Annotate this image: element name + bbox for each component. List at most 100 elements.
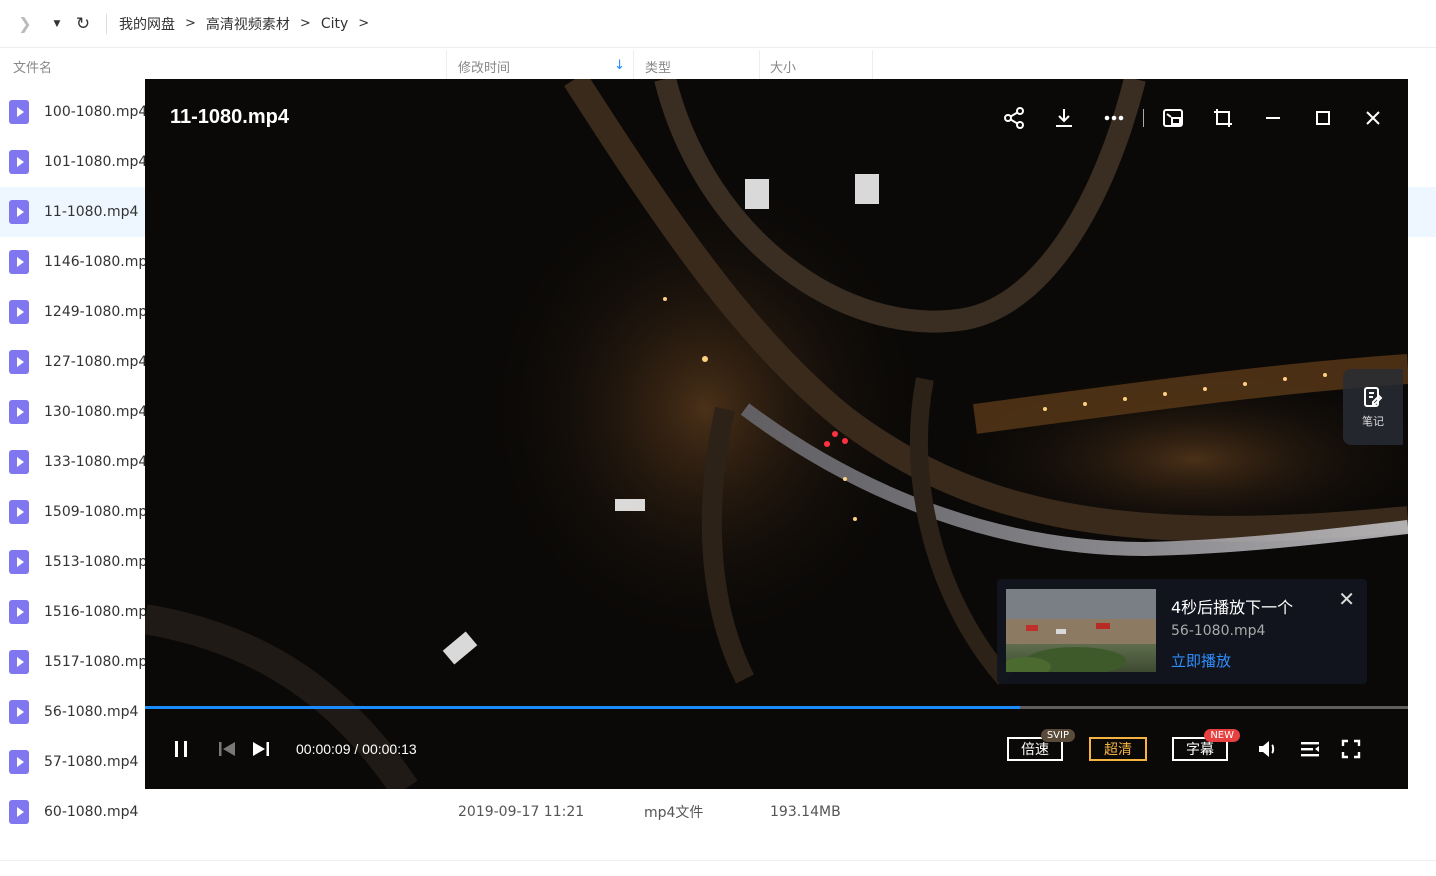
minimize-icon [1266, 117, 1280, 119]
time-display: 00:00:09 / 00:00:13 [296, 741, 417, 757]
breadcrumb-current[interactable]: City [321, 16, 348, 32]
video-file-icon [9, 100, 29, 124]
svip-badge: SVIP [1040, 729, 1075, 742]
fullscreen-button[interactable] [1339, 737, 1363, 765]
skip-previous-icon [219, 742, 235, 756]
video-file-icon [9, 150, 29, 174]
video-file-icon [9, 750, 29, 774]
column-type[interactable]: 类型 [634, 50, 760, 82]
refresh-icon: ↻ [75, 13, 91, 34]
video-file-icon [9, 350, 29, 374]
video-file-icon [9, 250, 29, 274]
video-player[interactable]: 11-1080.mp4 笔记 4秒后播放下一个 56-1080.mp4 立即播放… [145, 79, 1408, 789]
crop-icon [1214, 109, 1232, 127]
breadcrumb-separator[interactable]: > [358, 16, 369, 31]
list-bottom-edge [0, 860, 1436, 876]
playlist-icon [1301, 742, 1319, 757]
note-edit-icon [1364, 387, 1383, 407]
quality-label: 超清 [1104, 742, 1132, 758]
skip-next-icon [253, 742, 269, 756]
video-file-icon [9, 200, 29, 224]
divider [106, 13, 107, 34]
close-icon: ✕ [1338, 587, 1355, 611]
breadcrumb-root[interactable]: 我的网盘 [119, 14, 175, 34]
pause-icon [175, 741, 187, 757]
next-button[interactable] [249, 737, 273, 765]
more-button[interactable] [1099, 103, 1129, 133]
subtitle-button[interactable]: 字幕 NEW [1172, 729, 1240, 761]
minimize-button[interactable] [1258, 103, 1288, 133]
next-up-thumbnail[interactable] [1006, 589, 1156, 672]
volume-icon [1259, 741, 1275, 757]
playlist-button[interactable] [1298, 737, 1322, 765]
next-up-card: 4秒后播放下一个 56-1080.mp4 立即播放 ✕ [997, 579, 1367, 684]
video-file-icon [9, 400, 29, 424]
speed-label: 倍速 [1021, 742, 1049, 758]
new-badge: NEW [1204, 729, 1240, 742]
sort-down-icon: ↓ [614, 58, 625, 73]
file-name: 60-1080.mp4 [44, 804, 139, 820]
more-dots-icon [1104, 115, 1124, 121]
share-icon [1004, 107, 1024, 129]
breadcrumb-separator: > [299, 16, 311, 31]
time-current: 00:00:09 [296, 741, 351, 757]
picture-in-picture-button[interactable] [1158, 103, 1188, 133]
forward-button[interactable]: ❯ [14, 13, 36, 35]
caret-down-icon: ▼ [53, 18, 61, 29]
pip-icon [1163, 109, 1183, 127]
address-bar: ❯ ▼ ↻ 我的网盘 > 高清视频素材 > City > [0, 0, 1436, 48]
column-size[interactable]: 大小 [760, 50, 873, 82]
download-icon [1056, 109, 1072, 127]
next-up-close-button[interactable]: ✕ [1338, 587, 1355, 611]
video-file-icon [9, 300, 29, 324]
play-now-link[interactable]: 立即播放 [1171, 650, 1231, 671]
time-total: 00:00:13 [362, 741, 417, 757]
file-modified-time: 2019-09-17 11:21 [458, 804, 585, 820]
notes-button[interactable]: 笔记 [1343, 369, 1403, 445]
video-file-icon [9, 600, 29, 624]
file-type: mp4文件 [644, 805, 704, 821]
maximize-button[interactable] [1308, 103, 1338, 133]
history-dropdown-button[interactable]: ▼ [46, 13, 68, 35]
chevron-right-icon: ❯ [18, 14, 32, 33]
player-controls: 00:00:09 / 00:00:13 倍速 SVIP 超清 字幕 NEW [145, 719, 1408, 779]
next-up-countdown: 4秒后播放下一个 [1171, 598, 1294, 617]
progress-fill [145, 706, 1021, 709]
fullscreen-icon [1341, 739, 1361, 759]
thumbnail-scene [1006, 589, 1156, 672]
pause-button[interactable] [170, 737, 194, 765]
breadcrumb-separator: > [185, 16, 196, 31]
file-size: 193.14MB [770, 804, 841, 820]
notes-label: 笔记 [1362, 415, 1384, 428]
progress-bar[interactable] [145, 706, 1408, 709]
quality-button[interactable]: 超清 [1089, 737, 1147, 761]
time-separator: / [354, 741, 363, 757]
toolbar-separator [1143, 109, 1144, 127]
download-button[interactable] [1049, 103, 1079, 133]
breadcrumb-folder[interactable]: 高清视频素材 [206, 14, 290, 34]
maximize-icon [1316, 111, 1330, 125]
refresh-button[interactable]: ↻ [72, 13, 94, 35]
subtitle-label: 字幕 [1186, 742, 1214, 758]
video-file-icon [9, 550, 29, 574]
video-file-icon [9, 450, 29, 474]
share-button[interactable] [999, 103, 1029, 133]
video-title: 11-1080.mp4 [170, 106, 289, 128]
video-file-icon [9, 800, 29, 824]
column-header: 文件名 修改时间 ↓ 类型 大小 [0, 50, 1436, 82]
player-toolbar [979, 103, 1388, 133]
speed-button[interactable]: 倍速 SVIP [1007, 729, 1075, 761]
video-file-icon [9, 650, 29, 674]
file-row[interactable]: 60-1080.mp4 2019-09-17 11:21 mp4文件 193.14MB [0, 787, 1436, 837]
next-up-filename: 56-1080.mp4 [1171, 623, 1266, 639]
column-time-label: 修改时间 [458, 60, 511, 76]
column-name[interactable]: 文件名 [0, 50, 447, 82]
previous-button[interactable] [215, 737, 239, 765]
close-icon [1366, 111, 1380, 125]
video-file-icon [9, 500, 29, 524]
close-player-button[interactable] [1358, 103, 1388, 133]
column-modified-time[interactable]: 修改时间 ↓ [447, 50, 634, 82]
volume-button[interactable] [1256, 737, 1280, 765]
crop-button[interactable] [1208, 103, 1238, 133]
video-file-icon [9, 700, 29, 724]
